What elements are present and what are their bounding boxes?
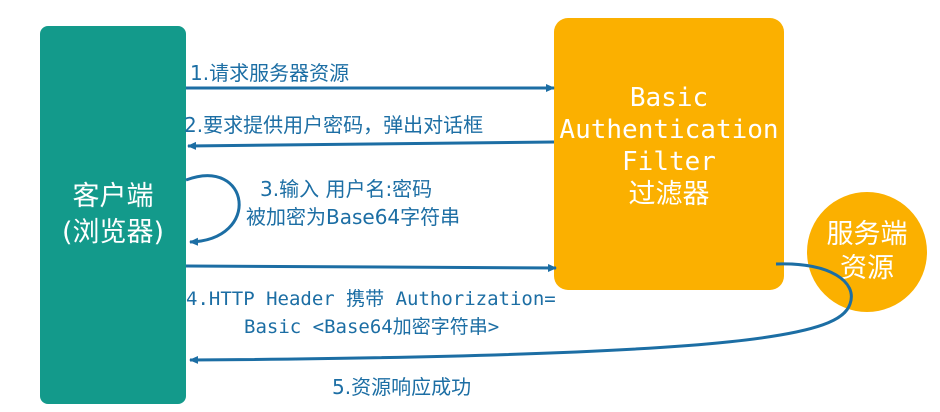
arrow-step-2: [187, 140, 555, 150]
step-3-label-line1: 3.输入 用户名:密码: [260, 177, 433, 201]
arrow-step-3: [185, 174, 241, 246]
step-4-label-line2: Basic <Base64加密字符串>: [244, 316, 500, 338]
step-3-label-line2: 被加密为Base64字符串: [246, 205, 461, 229]
arrow-layer: [185, 84, 853, 364]
arrow-step-4: [185, 263, 557, 272]
step-4-label-line1: 4.HTTP Header 携带 Authorization=: [186, 288, 556, 310]
step-5-label: 5.资源响应成功: [332, 375, 472, 399]
step-1-label: 1.请求服务器资源: [190, 61, 350, 85]
step-2-label: 2.要求提供用户密码，弹出对话框: [184, 113, 484, 137]
